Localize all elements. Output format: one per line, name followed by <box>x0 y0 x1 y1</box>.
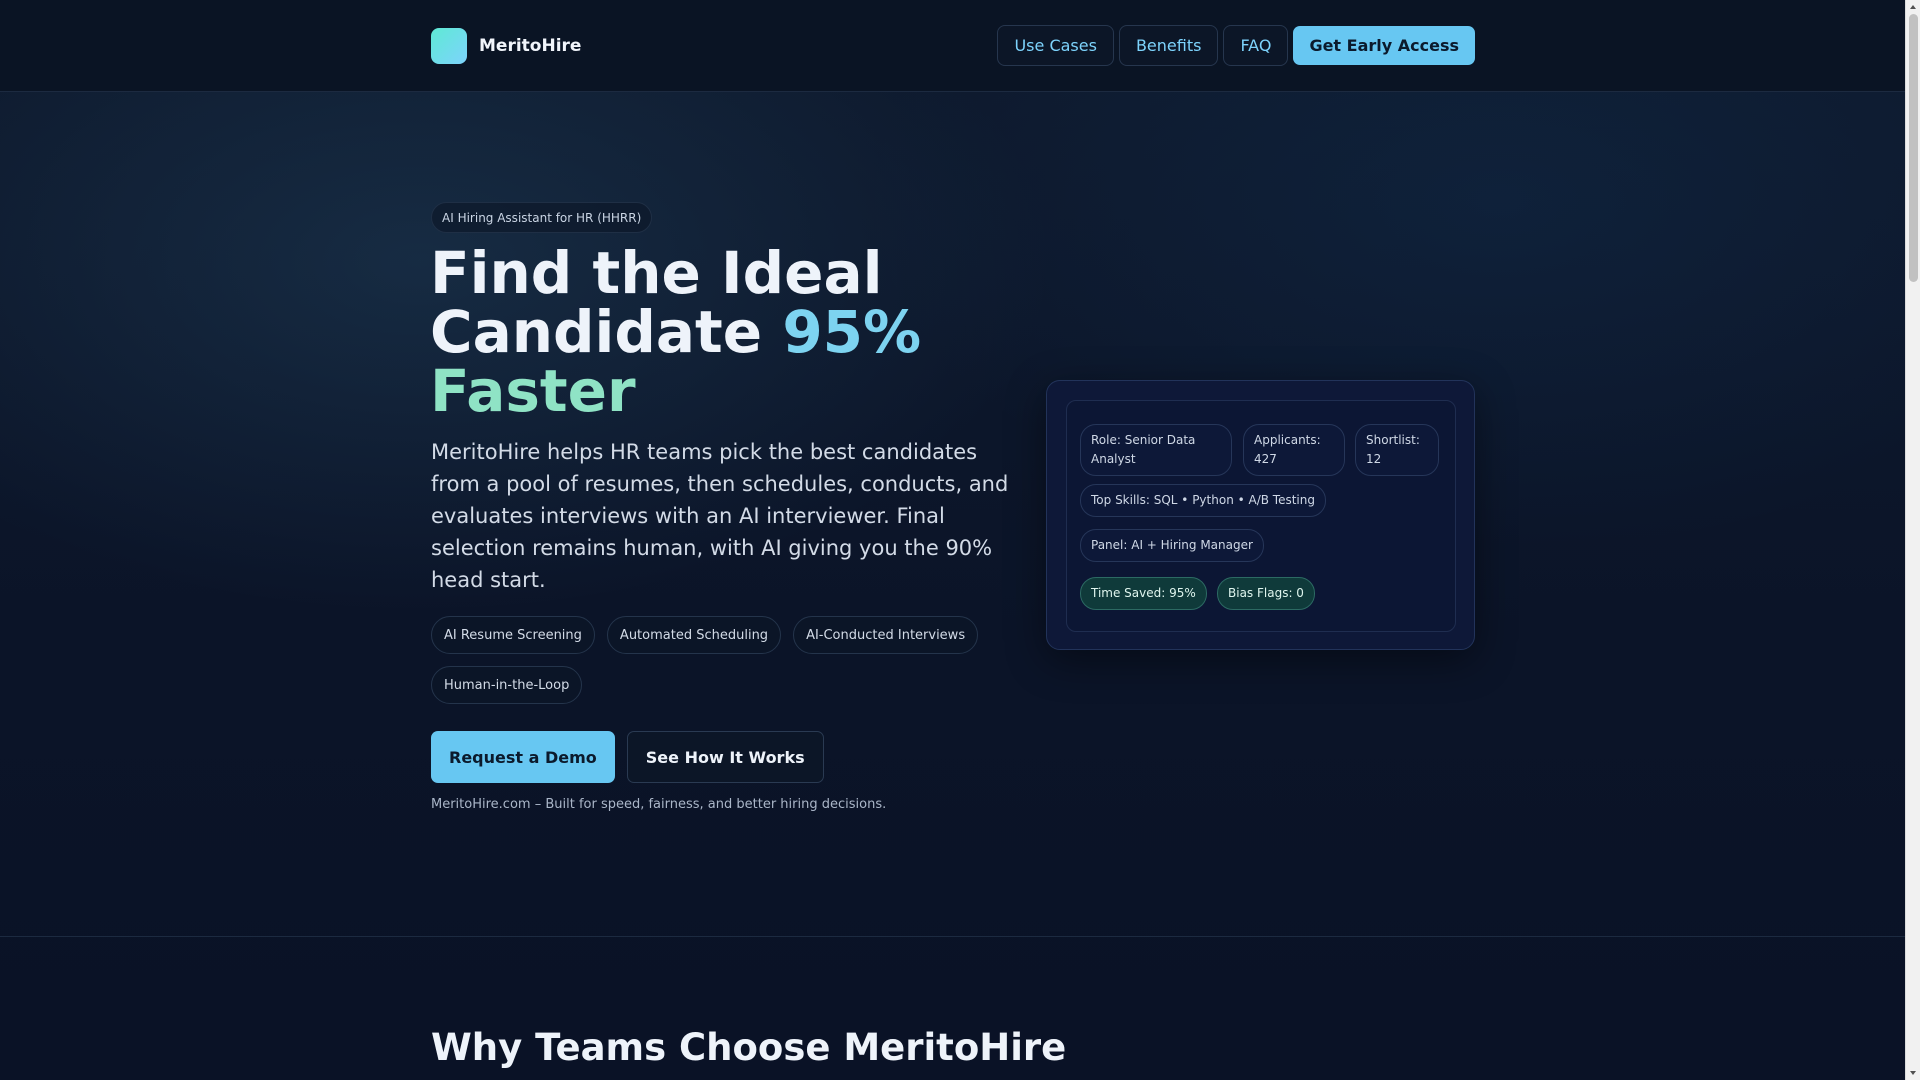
hiring-summary-card: Role: Senior Data Analyst Applicants: 42… <box>1046 380 1475 650</box>
tag-panel: Panel: AI + Hiring Manager <box>1080 529 1264 562</box>
hero-cta-row: Request a Demo See How It Works <box>431 731 824 783</box>
top-nav: Use Cases Benefits FAQ Get Early Access <box>997 25 1475 66</box>
scroll-thumb[interactable] <box>1909 14 1918 282</box>
tag-time-saved: Time Saved: 95% <box>1080 577 1207 610</box>
hero-title-accent-percent: 95% <box>782 298 922 366</box>
scroll-down-arrow-icon[interactable] <box>1906 1066 1920 1080</box>
page-viewport: MeritoHire Use Cases Benefits FAQ Get Ea… <box>0 0 1905 1080</box>
feature-chips: AI Resume Screening Automated Scheduling… <box>431 616 1011 704</box>
nav-faq[interactable]: FAQ <box>1223 25 1289 66</box>
logo-icon <box>431 28 467 64</box>
see-how-it-works-button[interactable]: See How It Works <box>626 731 824 783</box>
tag-applicants: Applicants: 427 <box>1243 424 1345 476</box>
chip-ai-resume-screening: AI Resume Screening <box>431 616 595 654</box>
brand[interactable]: MeritoHire <box>431 28 581 64</box>
scroll-up-arrow-icon[interactable] <box>1906 0 1920 14</box>
chip-automated-scheduling: Automated Scheduling <box>606 616 782 654</box>
nav-use-cases[interactable]: Use Cases <box>997 25 1114 66</box>
tag-bias-flags: Bias Flags: 0 <box>1217 577 1315 610</box>
hero-title-line1: Find the Ideal <box>430 239 883 307</box>
hero-title: Find the Ideal Candidate 95% Faster <box>430 244 990 421</box>
chip-ai-conducted-interviews: AI-Conducted Interviews <box>793 616 979 654</box>
hero-eyebrow-badge: AI Hiring Assistant for HR (HHRR) <box>431 202 653 233</box>
section-divider <box>0 936 1905 937</box>
why-section-title: Why Teams Choose MeritoHire <box>431 1026 1067 1069</box>
chip-human-in-the-loop: Human-in-the-Loop <box>431 666 583 704</box>
hero-tagline: MeritoHire.com – Built for speed, fairne… <box>431 797 887 812</box>
tag-role: Role: Senior Data Analyst <box>1080 424 1232 476</box>
nav-benefits[interactable]: Benefits <box>1118 25 1219 66</box>
hero-title-accent-faster: Faster <box>430 357 636 425</box>
get-early-access-button[interactable]: Get Early Access <box>1293 26 1475 65</box>
tag-top-skills: Top Skills: SQL • Python • A/B Testing <box>1080 484 1326 517</box>
tag-shortlist: Shortlist: 12 <box>1355 424 1439 476</box>
hero-description: MeritoHire helps HR teams pick the best … <box>431 440 1009 592</box>
brand-name: MeritoHire <box>479 36 582 56</box>
vertical-scrollbar[interactable] <box>1905 0 1920 1080</box>
site-header: MeritoHire Use Cases Benefits FAQ Get Ea… <box>0 0 1905 92</box>
request-demo-button[interactable]: Request a Demo <box>431 731 615 783</box>
hiring-summary-panel: Role: Senior Data Analyst Applicants: 42… <box>1066 400 1456 632</box>
hero-title-line2: Candidate <box>430 298 783 366</box>
